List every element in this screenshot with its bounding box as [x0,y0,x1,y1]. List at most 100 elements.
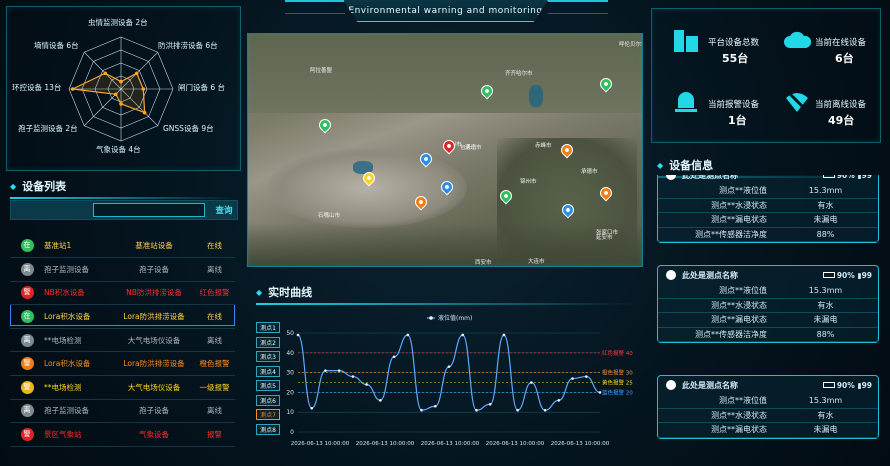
status-badge: 离 [20,404,34,418]
curve-title-text: 实时曲线 [268,286,313,299]
table-row[interactable]: 警景区气象站 气象设备 报警 [10,422,235,447]
curve-title: ◆ 实时曲线 [256,284,636,305]
threshold-label: 蓝色报警 20 [602,388,633,396]
device-name: Lora积水设备 [44,351,114,377]
data-point [392,355,396,359]
point-chip[interactable]: 测点7 [256,409,280,420]
stat-value: 1台 [728,114,747,127]
map-frame [247,33,643,267]
status-badge-cell: 离 [10,257,44,282]
device-status: 橙色报警 [194,351,235,377]
status-badge: 离 [20,333,34,347]
data-point [447,365,451,368]
data-point [543,408,547,412]
card-row-value: 有水 [817,200,834,210]
device-info-card[interactable]: 此处是测点名称 90% ▮99 测点**液位值 15.3mm 测点**水浸状态 有水 测点*… [657,175,879,243]
threshold-label: 红色报警 40 [602,349,633,357]
device-info-card[interactable]: 此处是测点名称 90% ▮99 测点**液位值 15.3mm 测点**水浸状态 有水 测点*… [657,375,879,439]
card-row-value: 有水 [817,410,834,420]
battery-icon [822,271,835,278]
card-row-value: 15.3mm [808,396,843,406]
card-row-value: 未漏电 [813,315,838,325]
data-point [584,375,588,378]
table-row[interactable]: 离孢子监测设备 孢子设备 离线 [10,257,235,282]
device-icon [666,380,676,390]
device-name: 基准站1 [44,234,114,259]
table-row[interactable]: 在 Lora积水设备 Lora防洪排涝设备 在线 [10,304,235,329]
header-deco-right [548,0,608,14]
card-row: 测点**水浸状态 有水 [658,299,878,313]
point-chip[interactable]: 测点3 [256,351,280,362]
table-row[interactable]: 离孢子监测设备 孢子设备 离线 [10,399,235,424]
battery-icon [822,381,835,388]
data-point [324,369,327,372]
card-row: 测点**漏电状态 未漏电 [658,313,878,328]
device-type: 孢子设备 [114,257,194,282]
point-chip[interactable]: 测点1 [256,322,280,333]
data-point [433,404,437,408]
card-row: 测点**液位值 15.3mm [658,184,878,199]
alarm-icon [675,92,697,112]
data-point [379,399,382,402]
radar-label: 环控设备 13台 [12,83,62,92]
data-point [310,406,314,410]
point-chip[interactable]: 测点4 [256,365,280,377]
point-chip[interactable]: 测点2 [256,336,280,348]
radar-point [70,87,75,91]
status-badge-cell: 在 [10,304,44,329]
device-name: **电场检测 [44,328,114,353]
status-badge: 离 [20,262,34,276]
device-icon [666,175,676,180]
status-badge: 警 [20,286,34,300]
device-total-icon [674,30,698,52]
y-tick-label: 10 [286,409,294,416]
table-row[interactable]: 在基准站1 基准站设备 在线 [10,234,235,259]
card-row-key: 测点**液位值 [719,396,767,406]
table-row[interactable]: 离 **电场检测 大气电场仪设备 离线 [10,328,235,353]
device-status: 在线 [194,234,235,259]
radar-point [103,71,108,76]
device-type: NB防洪排涝设备 [114,281,194,306]
card-header: 此处是测点名称 90% ▮99 [658,376,878,394]
signal-value: 99 [861,175,872,180]
legend-label: 液位值(mm) [438,314,472,322]
card-row-value: 未漏电 [813,425,838,435]
point-chip[interactable]: 测点8 [256,423,280,435]
y-tick-label: 20 [286,389,294,396]
data-point [351,375,355,378]
data-point [365,383,368,386]
x-tick-label: 2026-06-13 10:00:00 [551,441,610,447]
device-name: 孢子监测设备 [44,399,114,424]
device-info-list[interactable]: 此处是测点名称 90% ▮99 测点**液位值 15.3mm 测点**水浸状态 有水 测点*… [651,175,881,465]
device-info-card[interactable]: 此处是测点名称 90% ▮99 测点**液位值 15.3mm 测点**水浸状态 有水 测点*… [657,265,879,343]
card-row-value: 88% [816,229,835,239]
card-row-key: 测点**传感器洁净度 [695,329,767,339]
status-badge-cell: 警 [10,351,44,377]
radar-label: 气象设备 4台 [96,145,141,154]
search-input[interactable] [93,203,205,217]
page-title-text: Environmental warning and monitoring [348,5,543,16]
card-row: 测点**传感器洁净度 88% [658,228,878,242]
data-point [461,333,465,337]
data-point [530,381,533,384]
table-row[interactable]: 警 Lora积水设备 Lora防洪排涝设备 橙色报警 [10,351,235,377]
radar-label: GNSS设备 9台 [163,124,214,133]
radar-point [119,102,123,106]
device-name: 孢子监测设备 [44,257,114,282]
legend-marker [429,316,433,320]
device-status: 在线 [194,304,235,329]
stat-value: 49台 [828,114,855,127]
point-chip[interactable]: 测点6 [256,394,280,406]
status-badge: 警 [20,380,34,394]
page-title: Environmental warning and monitoring [343,0,548,22]
data-point [598,391,602,394]
card-row: 测点**水浸状态 有水 [658,199,878,213]
card-row-value: 有水 [817,300,834,310]
table-row[interactable]: 警 NB积水设备 NB防洪排涝设备 红色报警 [10,281,235,306]
title-diamond-icon: ◆ [657,160,664,170]
point-chip[interactable]: 测点5 [256,380,280,391]
search-button[interactable]: 查询 [211,203,237,217]
battery-icon [822,175,835,178]
table-row[interactable]: 警 **电场检测 大气电场仪设备 一级报警 [10,375,235,400]
data-point [488,402,492,406]
